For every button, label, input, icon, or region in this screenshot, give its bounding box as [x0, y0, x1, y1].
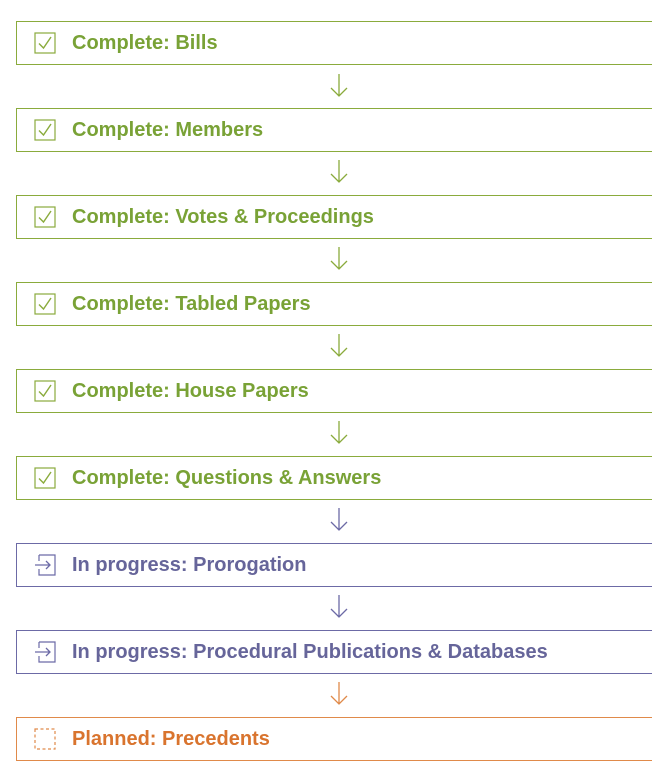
- arrow-into-box-icon: [35, 554, 56, 576]
- step-label: Complete: Members: [72, 118, 264, 141]
- step-label: Complete: Votes & Proceedings: [72, 205, 374, 228]
- step-members: Complete: Members: [16, 108, 652, 152]
- arrow-down-icon: [330, 595, 348, 618]
- step-precedents: Planned: Precedents: [16, 717, 652, 761]
- step-label: Complete: Bills: [72, 31, 218, 54]
- arrow-down-icon: [330, 334, 348, 357]
- step-label: Complete: Questions & Answers: [72, 466, 382, 489]
- step-label: Complete: Tabled Papers: [72, 292, 311, 315]
- roadmap-flowchart: Complete: Bills Complete: Members Comple…: [0, 0, 652, 761]
- step-label: In progress: Procedural Publications & D…: [72, 640, 548, 663]
- arrow-down-icon: [330, 682, 348, 705]
- arrow-down-icon: [330, 421, 348, 444]
- step-house-papers: Complete: House Papers: [16, 369, 652, 413]
- step-procedural-publications: In progress: Procedural Publications & D…: [16, 630, 652, 674]
- dashed-box-icon: [34, 728, 56, 750]
- step-prorogation: In progress: Prorogation: [16, 543, 652, 587]
- arrow-down-icon: [330, 247, 348, 270]
- step-label: Complete: House Papers: [72, 379, 309, 402]
- checkbox-checked-icon: [34, 380, 56, 402]
- step-tabled-papers: Complete: Tabled Papers: [16, 282, 652, 326]
- checkbox-checked-icon: [34, 467, 56, 489]
- checkbox-checked-icon: [34, 119, 56, 141]
- arrow-into-box-icon: [35, 641, 56, 663]
- step-votes-proceedings: Complete: Votes & Proceedings: [16, 195, 652, 239]
- step-label: In progress: Prorogation: [72, 553, 307, 576]
- arrow-down-icon: [330, 160, 348, 183]
- step-questions-answers: Complete: Questions & Answers: [16, 456, 652, 500]
- checkbox-checked-icon: [34, 32, 56, 54]
- step-bills: Complete: Bills: [16, 21, 652, 65]
- step-label: Planned: Precedents: [72, 727, 270, 750]
- checkbox-checked-icon: [34, 293, 56, 315]
- arrow-down-icon: [330, 74, 348, 97]
- checkbox-checked-icon: [34, 206, 56, 228]
- arrow-down-icon: [330, 508, 348, 531]
